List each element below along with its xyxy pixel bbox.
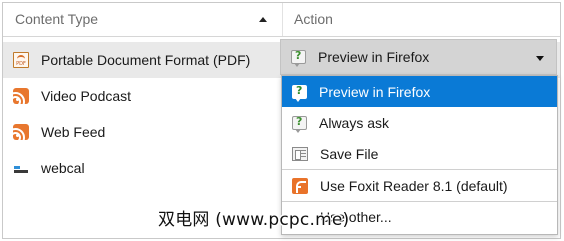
preview-icon [291,49,306,67]
content-type-header-label: Content Type [15,11,99,27]
preview-icon [292,84,307,102]
menu-item-use-foxit-reader[interactable]: Use Foxit Reader 8.1 (default) [282,170,557,201]
rss-feed-icon [13,88,29,104]
action-column-header[interactable]: Action [282,3,560,36]
table-header: Content Type Action [3,3,560,37]
foxit-reader-icon [292,177,308,194]
content-type-label: webcal [41,160,85,176]
watermark-text: 双电网 (www.pcpc.me) [158,210,350,230]
action-select[interactable]: Preview in Firefox [280,39,557,75]
sort-ascending-icon [259,17,267,22]
content-type-label: Web Feed [41,124,106,140]
content-type-column-header[interactable]: Content Type [3,3,282,36]
rss-feed-icon [13,124,29,140]
action-header-label: Action [294,11,333,27]
webcal-icon [13,160,29,176]
menu-item-always-ask[interactable]: Always ask [282,107,557,138]
menu-item-label: Preview in Firefox [319,83,431,100]
pdf-icon [13,52,29,68]
content-type-label: Video Podcast [41,88,132,104]
menu-item-label: Use Foxit Reader 8.1 (default) [320,177,508,194]
menu-item-preview-in-firefox[interactable]: Preview in Firefox [282,76,557,107]
save-file-icon [292,146,308,161]
menu-item-label: Save File [320,145,379,162]
chevron-down-icon[interactable] [536,56,544,61]
menu-item-save-file[interactable]: Save File [282,138,557,169]
menu-item-label: Always ask [319,114,390,131]
ask-icon [292,115,307,133]
content-type-label: Portable Document Format (PDF) [41,52,251,68]
action-select-value: Preview in Firefox [318,49,430,65]
